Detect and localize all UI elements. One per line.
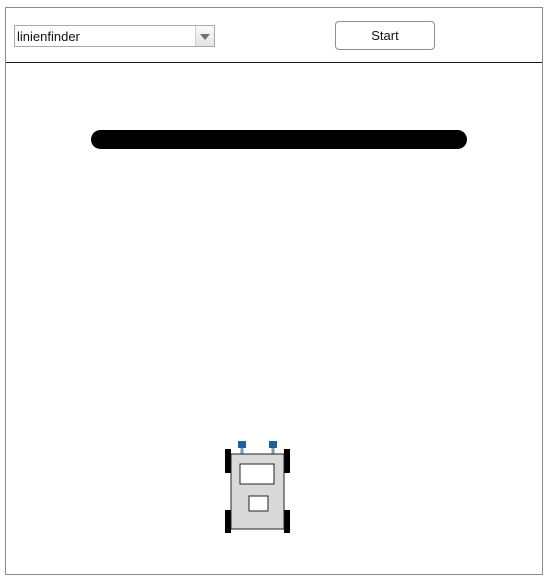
robot-icon [225, 441, 290, 533]
right-sensor [269, 441, 277, 448]
chevron-down-icon [200, 34, 210, 40]
mode-select-arrow-button[interactable] [195, 26, 214, 46]
app-window: linienfinder Start [5, 7, 543, 575]
left-sensor [238, 441, 246, 448]
start-button[interactable]: Start [335, 21, 435, 50]
rear-right-wheel [284, 510, 290, 533]
robot-port [248, 495, 269, 512]
right-sensor-stem [271, 448, 275, 454]
left-sensor-stem [240, 448, 244, 454]
rear-left-wheel [225, 510, 231, 533]
robot-display [239, 463, 275, 485]
toolbar: linienfinder Start [6, 8, 542, 63]
mode-select-value: linienfinder [17, 29, 80, 44]
black-line-track [91, 130, 467, 149]
front-right-wheel [284, 449, 290, 473]
front-left-wheel [225, 449, 231, 473]
mode-select[interactable]: linienfinder [14, 25, 215, 47]
simulation-canvas[interactable] [6, 63, 542, 574]
